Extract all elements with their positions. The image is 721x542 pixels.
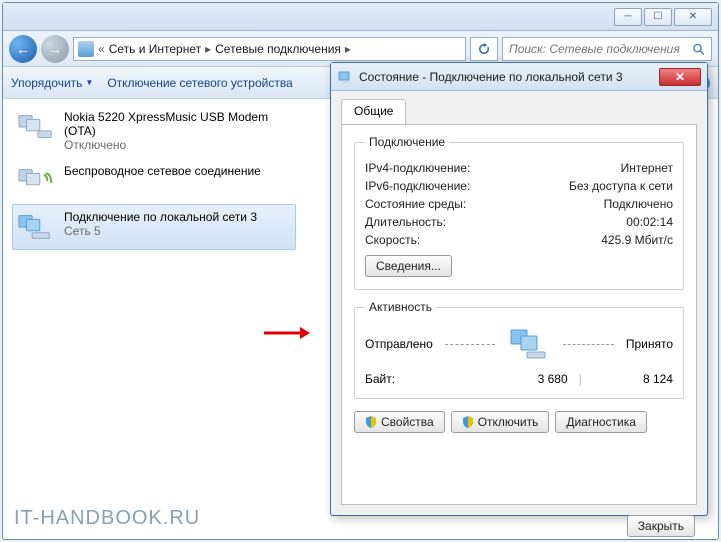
ipv4-label: IPv4-подключение: bbox=[365, 161, 470, 175]
network-icon bbox=[16, 210, 56, 244]
list-item[interactable]: Nokia 5220 XpressMusic USB Modem (OTA) О… bbox=[12, 104, 296, 158]
breadcrumb-seg1[interactable]: Сеть и Интернет bbox=[109, 42, 201, 56]
chevron-icon: ▸ bbox=[205, 42, 211, 56]
path-icon bbox=[78, 41, 94, 57]
details-button[interactable]: Сведения... bbox=[365, 255, 452, 277]
network-list: Nokia 5220 XpressMusic USB Modem (OTA) О… bbox=[4, 100, 304, 254]
ipv4-value: Интернет bbox=[621, 161, 673, 175]
ipv6-value: Без доступа к сети bbox=[569, 179, 673, 193]
search-input[interactable] bbox=[509, 42, 688, 56]
toolbar-label: Упорядочить bbox=[11, 76, 82, 90]
forward-button[interactable]: → bbox=[41, 35, 69, 63]
search-box[interactable] bbox=[502, 37, 712, 61]
button-label: Отключить bbox=[478, 415, 539, 429]
arrow-annotation bbox=[264, 326, 310, 343]
item-title: Подключение по локальной сети 3 bbox=[64, 210, 257, 224]
activity-group: Активность Отправлено Принято Байт: 3 68… bbox=[354, 300, 684, 399]
button-label: Свойства bbox=[381, 415, 434, 429]
item-sub: Сеть 5 bbox=[64, 224, 257, 238]
dialog-close-button[interactable]: ✕ bbox=[659, 68, 701, 86]
refresh-icon bbox=[477, 42, 491, 56]
properties-button[interactable]: Свойства bbox=[354, 411, 445, 433]
recv-label: Принято bbox=[626, 337, 673, 351]
maximize-button[interactable]: ☐ bbox=[644, 8, 672, 26]
toolbar-label: Отключение сетевого устройства bbox=[107, 76, 292, 90]
tab-body: Подключение IPv4-подключение: Интернет IP… bbox=[341, 125, 697, 505]
back-button[interactable]: ← bbox=[9, 35, 37, 63]
breadcrumb-seg2[interactable]: Сетевые подключения bbox=[215, 42, 341, 56]
disable-device-button[interactable]: Отключение сетевого устройства bbox=[107, 76, 292, 90]
disable-button[interactable]: Отключить bbox=[451, 411, 550, 433]
watermark: IT-HANDBOOK.RU bbox=[14, 507, 200, 530]
close-dialog-button[interactable]: Закрыть bbox=[627, 515, 695, 537]
speed-label: Скорость: bbox=[365, 233, 420, 247]
dash-line bbox=[563, 344, 614, 345]
bytes-sent-value: 3 680 bbox=[488, 372, 568, 386]
path-box[interactable]: « Сеть и Интернет ▸ Сетевые подключения … bbox=[73, 37, 466, 61]
list-item-selected[interactable]: Подключение по локальной сети 3 Сеть 5 bbox=[12, 204, 296, 250]
chevron-icon: « bbox=[98, 42, 105, 56]
status-dialog: Состояние - Подключение по локальной сет… bbox=[330, 62, 708, 516]
item-title: Беспроводное сетевое соединение bbox=[64, 164, 261, 178]
diagnostics-button[interactable]: Диагностика bbox=[555, 411, 647, 433]
tab-strip: Общие bbox=[341, 99, 697, 125]
activity-icon bbox=[507, 326, 551, 362]
minimize-button[interactable]: ─ bbox=[614, 8, 642, 26]
dialog-title: Состояние - Подключение по локальной сет… bbox=[359, 70, 659, 84]
item-sub: Отключено bbox=[64, 138, 292, 152]
main-titlebar: ─ ☐ ✕ bbox=[3, 3, 718, 31]
dialog-icon bbox=[337, 69, 353, 85]
separator: | bbox=[570, 372, 590, 386]
group-legend: Активность bbox=[365, 300, 436, 314]
sent-label: Отправлено bbox=[365, 337, 433, 351]
dialog-titlebar: Состояние - Подключение по локальной сет… bbox=[331, 63, 707, 91]
dash-line bbox=[445, 344, 496, 345]
network-icon bbox=[16, 110, 56, 144]
network-icon bbox=[16, 164, 56, 198]
shield-icon bbox=[365, 416, 377, 428]
item-title: Nokia 5220 XpressMusic USB Modem (OTA) bbox=[64, 110, 292, 138]
speed-value: 425.9 Мбит/с bbox=[601, 233, 673, 247]
ipv6-label: IPv6-подключение: bbox=[365, 179, 470, 193]
duration-value: 00:02:14 bbox=[626, 215, 673, 229]
tab-general[interactable]: Общие bbox=[341, 99, 406, 124]
bytes-recv-value: 8 124 bbox=[593, 372, 673, 386]
close-button[interactable]: ✕ bbox=[674, 8, 712, 26]
chevron-icon: ▸ bbox=[345, 42, 351, 56]
connection-group: Подключение IPv4-подключение: Интернет IP… bbox=[354, 135, 684, 290]
search-icon bbox=[692, 42, 705, 56]
group-legend: Подключение bbox=[365, 135, 449, 149]
bytes-label: Байт: bbox=[365, 372, 485, 386]
list-item[interactable]: Беспроводное сетевое соединение bbox=[12, 158, 296, 204]
chevron-down-icon: ▼ bbox=[85, 78, 93, 87]
shield-icon bbox=[462, 416, 474, 428]
duration-label: Длительность: bbox=[365, 215, 446, 229]
media-label: Состояние среды: bbox=[365, 197, 466, 211]
refresh-button[interactable] bbox=[470, 37, 498, 61]
media-value: Подключено bbox=[604, 197, 673, 211]
organize-button[interactable]: Упорядочить ▼ bbox=[11, 76, 93, 90]
